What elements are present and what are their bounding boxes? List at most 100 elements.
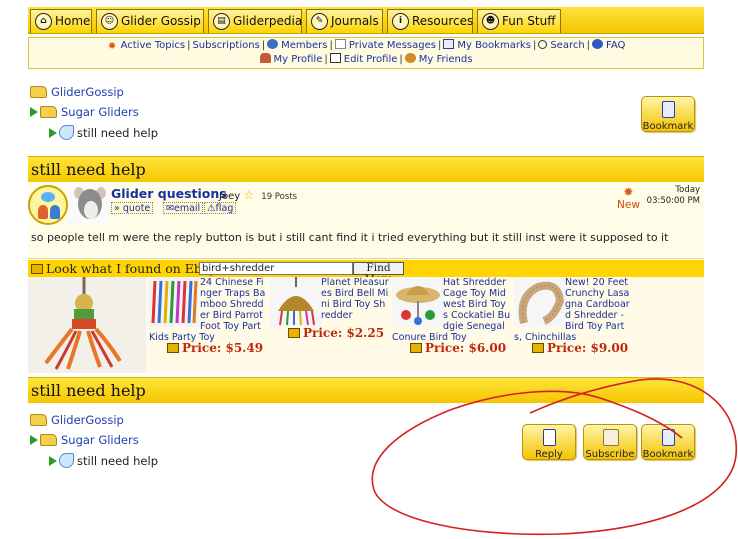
reply-icon bbox=[543, 429, 556, 446]
tab-fun-stuff[interactable]: ☻ Fun Stuff bbox=[477, 9, 561, 33]
bookmark-button-bottom[interactable]: Bookmark bbox=[641, 424, 695, 460]
bookmark-icon bbox=[662, 101, 675, 118]
post-author[interactable]: Joey bbox=[219, 191, 240, 202]
tab-resources[interactable]: i Resources bbox=[387, 9, 473, 33]
find-more-button[interactable]: Find More bbox=[353, 262, 404, 285]
edit-profile-link[interactable]: Edit Profile bbox=[344, 54, 398, 65]
breadcrumb-topic-text: still need help bbox=[77, 454, 158, 468]
star-icon: ☆ bbox=[243, 188, 255, 202]
breadcrumb-top-category: Sugar Gliders bbox=[30, 105, 139, 119]
topic-footer-title: still need help bbox=[31, 381, 146, 400]
my-bookmarks-link[interactable]: My Bookmarks bbox=[457, 40, 531, 51]
new-label: New bbox=[617, 199, 640, 211]
sun-icon: ✹ bbox=[107, 41, 117, 52]
members-icon bbox=[267, 39, 279, 49]
new-sun-icon: ✹ bbox=[623, 185, 634, 199]
topic-title-bar: still need help bbox=[28, 156, 704, 182]
arrow-icon bbox=[49, 456, 57, 466]
ebay-item-price: Price: $9.00 bbox=[532, 342, 628, 354]
post-title[interactable]: Glider questions bbox=[111, 186, 227, 201]
breadcrumb-category-link[interactable]: Sugar Gliders bbox=[61, 105, 139, 119]
breadcrumb-top-topic: still need help bbox=[49, 125, 158, 140]
friends-icon bbox=[404, 53, 416, 63]
edit-icon bbox=[329, 53, 341, 63]
post-count: 19 Posts bbox=[261, 192, 298, 202]
flag-button[interactable]: ⚠flag bbox=[204, 202, 237, 214]
my-friends-link[interactable]: My Friends bbox=[419, 54, 473, 65]
ebay-search-input[interactable]: bird+shredder bbox=[199, 262, 353, 275]
breadcrumb-forum-link[interactable]: GliderGossip bbox=[51, 413, 124, 427]
reply-button[interactable]: Reply bbox=[522, 424, 576, 460]
product-image[interactable] bbox=[270, 277, 322, 327]
bookmarks-icon bbox=[443, 39, 455, 49]
ebay-item-title[interactable]: Hat Shredder Cage Toy Mid west Bird Toy s C… bbox=[443, 277, 513, 337]
ebay-item: Planet Pleasur es Bird Bell Mi ni Bird Toy… bbox=[270, 277, 390, 373]
breadcrumb-bottom-category: Sugar Gliders bbox=[30, 433, 139, 447]
post-author-meta: Joey ☆ 19 Posts bbox=[219, 188, 297, 202]
shopping-bag-icon bbox=[167, 343, 179, 353]
folder-icon bbox=[40, 106, 57, 118]
subscribe-button[interactable]: Subscribe bbox=[583, 424, 637, 460]
shopping-bag-icon bbox=[532, 343, 544, 353]
ebay-item-title[interactable]: New! 20 Feet Crunchy Lasa gna Cardboar d Sh… bbox=[565, 277, 635, 337]
shopping-bag-icon bbox=[31, 264, 43, 274]
arrow-icon bbox=[49, 128, 57, 138]
breadcrumb-top-forum: GliderGossip bbox=[30, 85, 124, 99]
user-group-avatar-icon bbox=[28, 185, 68, 225]
quote-button[interactable]: » quote bbox=[111, 202, 154, 214]
tab-journals[interactable]: ✎ Journals bbox=[306, 9, 383, 33]
breadcrumb-bottom-topic: still need help bbox=[49, 453, 158, 468]
ebay-item-title[interactable]: 24 Chinese Fi nger Traps Ba mboo Shredd er … bbox=[200, 277, 270, 337]
breadcrumb-bottom-forum: GliderGossip bbox=[30, 413, 124, 427]
ebay-item-price: Price: $2.25 bbox=[288, 327, 384, 339]
search-icon bbox=[538, 40, 548, 49]
envelope-icon bbox=[334, 39, 346, 49]
ebay-results: 24 Chinese Fi nger Traps Ba mboo Shredd er … bbox=[28, 277, 704, 373]
tab-gliderpedia[interactable]: ▤ Gliderpedia bbox=[208, 9, 302, 33]
product-image[interactable] bbox=[392, 277, 444, 327]
arrow-icon bbox=[30, 435, 38, 445]
topic-icon bbox=[59, 125, 74, 140]
topic-title: still need help bbox=[31, 160, 146, 179]
product-image[interactable] bbox=[514, 277, 566, 327]
ebay-item: 24 Chinese Fi nger Traps Ba mboo Shredd er … bbox=[149, 277, 269, 373]
top-navigation: ⌂ Home ☺ Glider Gossip ▤ Gliderpedia ✎ Journ… bbox=[28, 7, 704, 34]
bookmark-label: Bookmark bbox=[642, 121, 694, 132]
avatar bbox=[68, 183, 110, 225]
profile-icon bbox=[259, 53, 271, 63]
tab-glider-gossip[interactable]: ☺ Glider Gossip bbox=[96, 9, 204, 33]
ebay-item: Hat Shredder Cage Toy Mid west Bird Toy s C… bbox=[392, 277, 512, 373]
subscribe-icon bbox=[603, 429, 619, 446]
flag-label: flag bbox=[215, 203, 234, 214]
new-badge: ✹ New bbox=[617, 185, 640, 211]
breadcrumb-topic-text: still need help bbox=[77, 126, 158, 140]
smile-icon: ☻ bbox=[482, 13, 499, 30]
bookmark-icon bbox=[662, 429, 675, 446]
user-links-bar: ✹ Active Topics | Subscriptions | Members | Pri… bbox=[28, 37, 704, 69]
shopping-bag-icon bbox=[288, 328, 300, 338]
subscribe-label: Subscribe bbox=[585, 449, 635, 460]
product-image[interactable] bbox=[149, 277, 199, 327]
members-link[interactable]: Members bbox=[281, 40, 327, 51]
active-topics-link[interactable]: Active Topics bbox=[121, 40, 185, 51]
subscriptions-link[interactable]: Subscriptions bbox=[192, 40, 259, 51]
folder-icon bbox=[40, 434, 57, 446]
breadcrumb-forum-link[interactable]: GliderGossip bbox=[51, 85, 124, 99]
private-messages-link[interactable]: Private Messages bbox=[349, 40, 436, 51]
search-link[interactable]: Search bbox=[550, 40, 584, 51]
post-timestamp: Today 03:50:00 PM bbox=[647, 185, 700, 207]
folder-icon bbox=[30, 414, 47, 426]
email-label: email bbox=[173, 203, 201, 214]
bookmark-label: Bookmark bbox=[642, 449, 694, 460]
people-icon: ☺ bbox=[101, 13, 118, 30]
tab-home[interactable]: ⌂ Home bbox=[30, 9, 92, 33]
folder-icon bbox=[30, 86, 47, 98]
breadcrumb-category-link[interactable]: Sugar Gliders bbox=[61, 433, 139, 447]
product-image-rope-toy[interactable] bbox=[28, 277, 146, 373]
email-button[interactable]: ✉email bbox=[163, 202, 204, 214]
my-profile-link[interactable]: My Profile bbox=[274, 54, 323, 65]
post-time: 03:50:00 PM bbox=[646, 196, 700, 206]
bookmark-button-top[interactable]: Bookmark bbox=[641, 96, 695, 132]
shopping-bag-icon bbox=[410, 343, 422, 353]
faq-link[interactable]: FAQ bbox=[606, 40, 625, 51]
